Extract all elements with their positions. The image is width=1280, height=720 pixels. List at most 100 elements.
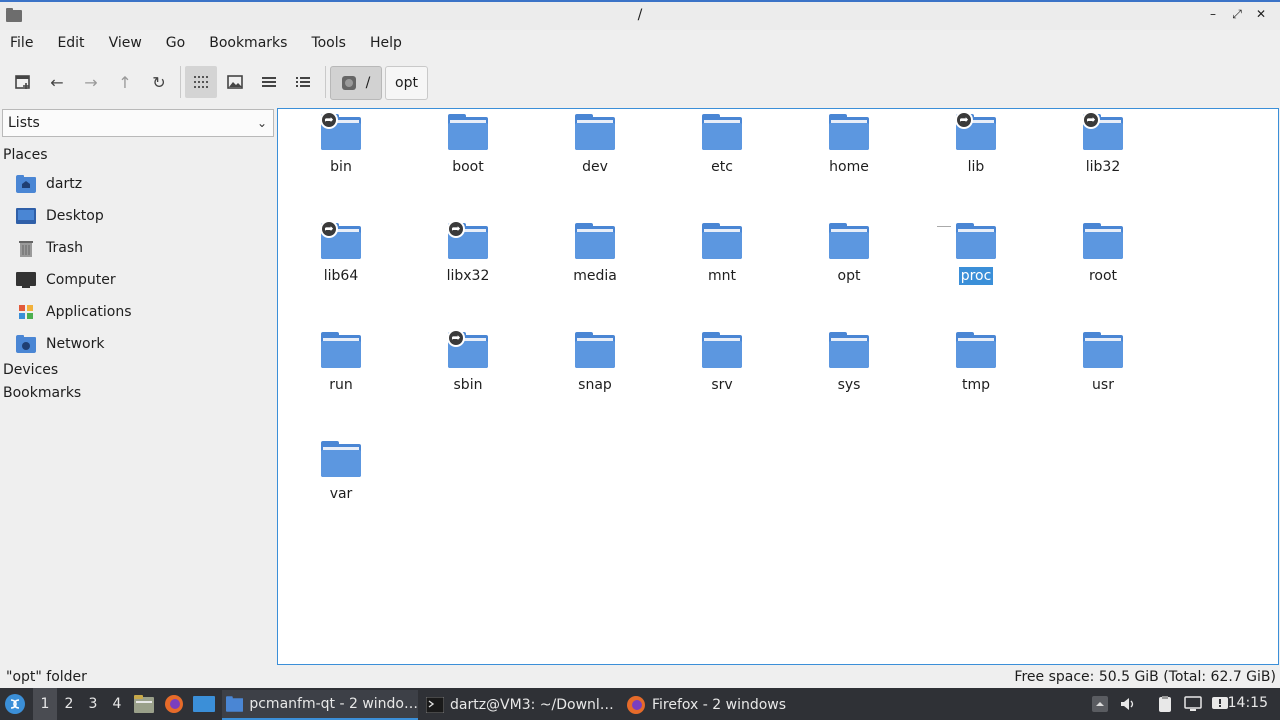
firefox-icon: [627, 696, 645, 714]
file-item[interactable]: home: [789, 114, 909, 176]
file-item[interactable]: tmp: [916, 332, 1036, 394]
folder-icon: [956, 332, 996, 368]
menu-edit[interactable]: Edit: [57, 35, 98, 51]
file-item[interactable]: ➦ libx32: [408, 220, 528, 285]
sidebar-item-trash[interactable]: Trash: [16, 237, 83, 259]
start-menu-icon[interactable]: [4, 688, 28, 720]
forward-arrow-icon[interactable]: →: [75, 66, 107, 98]
symlink-arrow-icon: ➦: [955, 111, 973, 129]
sidebar-item-applications[interactable]: Applications: [16, 301, 132, 323]
applications-icon: [19, 305, 33, 319]
file-item[interactable]: root: [1043, 223, 1163, 285]
file-item[interactable]: boot: [408, 114, 528, 176]
computer-icon: [16, 272, 36, 288]
sidebar-item-dartz[interactable]: dartz: [16, 173, 82, 195]
maximize-icon[interactable]: ⤢: [1230, 7, 1244, 22]
sidebar-mode-select[interactable]: Lists ⌄: [2, 109, 274, 137]
menu-view[interactable]: View: [109, 35, 156, 51]
sidebar-item-computer[interactable]: Computer: [16, 269, 116, 291]
file-name: lib: [967, 159, 985, 175]
status-selection: "opt" folder: [6, 669, 87, 685]
file-item[interactable]: media: [535, 223, 655, 285]
path-segment-button[interactable]: opt: [385, 66, 428, 100]
folder-icon: ➦: [447, 329, 488, 368]
menu-file[interactable]: File: [10, 35, 47, 51]
file-item[interactable]: etc: [662, 114, 782, 176]
minimize-icon[interactable]: –: [1206, 7, 1220, 22]
tray-up-arrow-icon[interactable]: [1091, 695, 1109, 713]
bookmarks-heading[interactable]: Bookmarks: [3, 385, 81, 401]
clipboard-icon[interactable]: [1156, 695, 1174, 713]
sidebar-item-network[interactable]: Network: [16, 333, 104, 355]
sidebar-item-desktop[interactable]: Desktop: [16, 205, 104, 227]
file-item[interactable]: ➦ lib64: [281, 220, 401, 285]
task-pcmanfm[interactable]: pcmanfm-qt - 2 windo…: [222, 690, 418, 720]
task-label: dartz@VM3: ~/Downl…: [450, 697, 614, 713]
folder-icon: [829, 332, 869, 368]
file-name: sbin: [453, 377, 483, 393]
new-tab-icon[interactable]: [7, 66, 39, 98]
workspace-3[interactable]: 3: [81, 688, 105, 720]
workspace-1[interactable]: 1: [33, 688, 57, 720]
file-item[interactable]: sys: [789, 332, 909, 394]
places-heading[interactable]: Places: [3, 147, 48, 163]
file-item[interactable]: mnt: [662, 223, 782, 285]
firefox-launcher-icon[interactable]: [164, 688, 184, 720]
reload-icon[interactable]: ↻: [143, 66, 175, 98]
folder-icon: [1083, 223, 1123, 259]
devices-heading[interactable]: Devices: [3, 362, 58, 378]
task-firefox[interactable]: Firefox - 2 windows: [622, 690, 792, 720]
workspace-2[interactable]: 2: [57, 688, 81, 720]
status-bar: "opt" folder Free space: 50.5 GiB (Total…: [0, 666, 1280, 688]
path-root-label: /: [365, 75, 371, 91]
file-item[interactable]: run: [281, 332, 401, 394]
file-item[interactable]: proc: [916, 223, 1036, 285]
sidebar-item-label: Computer: [46, 272, 116, 288]
menu-go[interactable]: Go: [166, 35, 199, 51]
workspace-4[interactable]: 4: [105, 688, 129, 720]
path-root-button[interactable]: /: [330, 66, 382, 100]
file-item[interactable]: usr: [1043, 332, 1163, 394]
file-item[interactable]: ➦ sbin: [408, 329, 528, 394]
task-label: Firefox - 2 windows: [652, 697, 787, 713]
file-item[interactable]: opt: [789, 223, 909, 285]
task-terminal[interactable]: dartz@VM3: ~/Downl…: [422, 690, 618, 720]
file-name: proc: [958, 267, 994, 285]
file-name: opt: [837, 268, 861, 284]
file-item[interactable]: ➦ lib32: [1043, 111, 1163, 176]
up-arrow-icon[interactable]: ↑: [109, 66, 141, 98]
chevron-down-icon: ⌄: [256, 116, 267, 130]
file-item[interactable]: snap: [535, 332, 655, 394]
folder-icon: [956, 223, 996, 259]
close-icon[interactable]: ✕: [1254, 7, 1268, 22]
folder-icon: ➦: [955, 111, 996, 150]
file-manager-launcher-icon[interactable]: [134, 688, 154, 720]
folder-icon: ➦: [320, 220, 361, 259]
file-item[interactable]: var: [281, 441, 401, 503]
folder-icon: [829, 114, 869, 150]
notification-icon[interactable]: [1211, 695, 1229, 713]
file-name: snap: [578, 377, 612, 393]
file-name: tmp: [961, 377, 990, 393]
detailed-list-view-icon[interactable]: [287, 66, 319, 98]
volume-icon[interactable]: [1119, 695, 1137, 713]
back-arrow-icon[interactable]: ←: [41, 66, 73, 98]
compact-view-icon[interactable]: [253, 66, 285, 98]
file-item[interactable]: dev: [535, 114, 655, 176]
icon-view-icon[interactable]: [185, 66, 217, 98]
folder-icon: [575, 114, 615, 150]
file-item[interactable]: ➦ lib: [916, 111, 1036, 176]
thumbnail-view-icon[interactable]: [219, 66, 251, 98]
network-tray-icon[interactable]: [1184, 695, 1202, 713]
menu-bookmarks[interactable]: Bookmarks: [209, 35, 301, 51]
file-item[interactable]: ➦ bin: [281, 111, 401, 176]
file-name: lib32: [1085, 159, 1121, 175]
menu-help[interactable]: Help: [370, 35, 416, 51]
file-name: home: [829, 159, 869, 175]
file-grid[interactable]: ➦ bin boot dev etc home ➦ lib ➦ lib32 ➦ lib64 ➦ libx3…: [277, 108, 1279, 665]
sidebar-item-label: Desktop: [46, 208, 104, 224]
file-item[interactable]: srv: [662, 332, 782, 394]
clock[interactable]: 14:15: [1228, 695, 1268, 711]
menu-tools[interactable]: Tools: [311, 35, 360, 51]
show-desktop-icon[interactable]: [193, 688, 215, 720]
